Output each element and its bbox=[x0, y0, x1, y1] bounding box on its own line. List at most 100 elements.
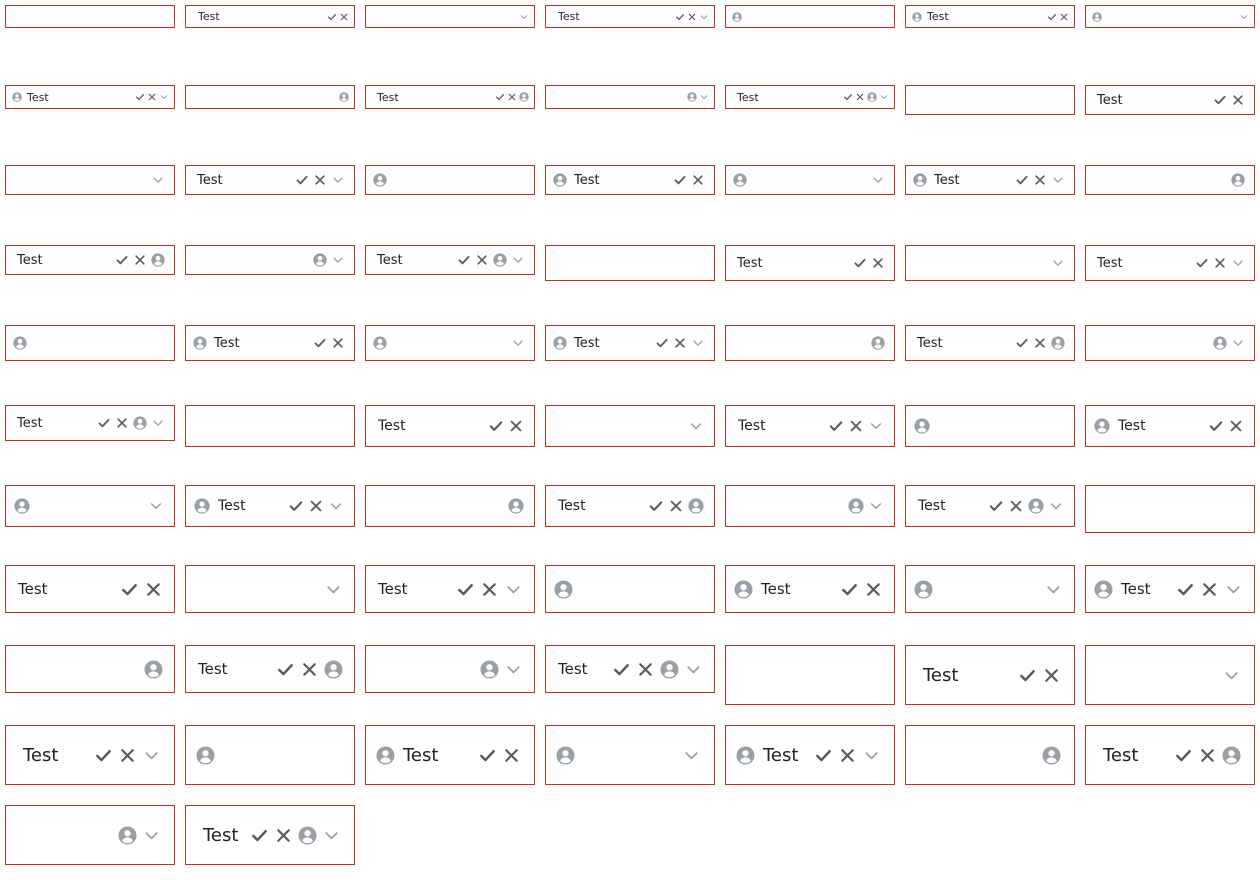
text-field[interactable]: Test bbox=[545, 165, 715, 195]
chevron-down-icon[interactable] bbox=[699, 92, 709, 102]
chevron-down-icon[interactable] bbox=[511, 336, 525, 350]
check-icon[interactable] bbox=[648, 498, 664, 514]
close-icon[interactable] bbox=[507, 92, 517, 102]
text-field[interactable]: Test bbox=[905, 485, 1075, 527]
text-field[interactable]: Test bbox=[5, 725, 175, 785]
text-field[interactable]: Test bbox=[725, 725, 895, 785]
check-icon[interactable] bbox=[853, 256, 867, 270]
text-field[interactable] bbox=[1085, 325, 1255, 361]
check-icon[interactable] bbox=[97, 416, 111, 430]
close-icon[interactable] bbox=[147, 92, 157, 102]
chevron-down-icon[interactable] bbox=[504, 580, 523, 599]
chevron-down-icon[interactable] bbox=[868, 418, 884, 434]
text-field[interactable] bbox=[185, 245, 355, 275]
text-field[interactable] bbox=[1085, 5, 1255, 28]
chevron-down-icon[interactable] bbox=[868, 498, 884, 514]
check-icon[interactable] bbox=[295, 173, 309, 187]
text-field[interactable]: Test bbox=[185, 165, 355, 195]
text-field[interactable] bbox=[905, 85, 1075, 115]
text-field[interactable]: Test bbox=[5, 245, 175, 275]
text-field[interactable]: Test bbox=[185, 805, 355, 865]
close-icon[interactable] bbox=[331, 336, 345, 350]
text-field[interactable]: Test bbox=[185, 485, 355, 527]
chevron-down-icon[interactable] bbox=[151, 416, 165, 430]
text-field[interactable] bbox=[1085, 485, 1255, 533]
text-field[interactable]: Test bbox=[365, 405, 535, 447]
text-field[interactable]: Test bbox=[545, 5, 715, 28]
chevron-down-icon[interactable] bbox=[684, 660, 703, 679]
check-icon[interactable] bbox=[135, 92, 145, 102]
check-icon[interactable] bbox=[1195, 256, 1209, 270]
chevron-down-icon[interactable] bbox=[322, 826, 341, 845]
text-field[interactable]: Test bbox=[365, 565, 535, 613]
chevron-down-icon[interactable] bbox=[519, 12, 529, 22]
chevron-down-icon[interactable] bbox=[699, 12, 709, 22]
close-icon[interactable] bbox=[673, 336, 687, 350]
text-field[interactable] bbox=[905, 565, 1075, 613]
text-field[interactable]: Test bbox=[725, 405, 895, 447]
close-icon[interactable] bbox=[864, 580, 883, 599]
close-icon[interactable] bbox=[502, 746, 521, 765]
chevron-down-icon[interactable] bbox=[688, 418, 704, 434]
close-icon[interactable] bbox=[144, 580, 163, 599]
check-icon[interactable] bbox=[673, 173, 687, 187]
text-field[interactable]: Test bbox=[365, 85, 535, 109]
text-field[interactable] bbox=[905, 245, 1075, 281]
text-field[interactable] bbox=[725, 645, 895, 705]
check-icon[interactable] bbox=[478, 746, 497, 765]
chevron-down-icon[interactable] bbox=[142, 746, 161, 765]
chevron-down-icon[interactable] bbox=[1222, 666, 1241, 685]
chevron-down-icon[interactable] bbox=[324, 580, 343, 599]
text-field[interactable]: Test bbox=[185, 325, 355, 361]
close-icon[interactable] bbox=[636, 660, 655, 679]
text-field[interactable] bbox=[365, 165, 535, 195]
close-icon[interactable] bbox=[1231, 93, 1245, 107]
text-field[interactable]: Test bbox=[1085, 565, 1255, 613]
close-icon[interactable] bbox=[480, 580, 499, 599]
check-icon[interactable] bbox=[456, 580, 475, 599]
text-field[interactable] bbox=[365, 5, 535, 28]
text-field[interactable] bbox=[5, 485, 175, 527]
text-field[interactable] bbox=[1085, 165, 1255, 195]
text-field[interactable] bbox=[5, 5, 175, 28]
text-field[interactable] bbox=[545, 245, 715, 281]
close-icon[interactable] bbox=[133, 253, 147, 267]
text-field[interactable] bbox=[905, 725, 1075, 785]
check-icon[interactable] bbox=[828, 418, 844, 434]
text-field[interactable]: Test bbox=[365, 725, 535, 785]
check-icon[interactable] bbox=[457, 253, 471, 267]
text-field[interactable] bbox=[545, 725, 715, 785]
check-icon[interactable] bbox=[313, 336, 327, 350]
chevron-down-icon[interactable] bbox=[504, 660, 523, 679]
text-field[interactable]: Test bbox=[185, 645, 355, 693]
text-field[interactable] bbox=[905, 405, 1075, 447]
chevron-down-icon[interactable] bbox=[862, 746, 881, 765]
check-icon[interactable] bbox=[1208, 418, 1224, 434]
check-icon[interactable] bbox=[843, 92, 853, 102]
chevron-down-icon[interactable] bbox=[682, 746, 701, 765]
check-icon[interactable] bbox=[988, 498, 1004, 514]
close-icon[interactable] bbox=[1042, 666, 1061, 685]
chevron-down-icon[interactable] bbox=[1231, 256, 1245, 270]
text-field[interactable] bbox=[725, 325, 895, 361]
close-icon[interactable] bbox=[838, 746, 857, 765]
chevron-down-icon[interactable] bbox=[1231, 336, 1245, 350]
chevron-down-icon[interactable] bbox=[1224, 580, 1243, 599]
text-field[interactable]: Test bbox=[5, 405, 175, 441]
text-field[interactable]: Test bbox=[545, 485, 715, 527]
text-field[interactable]: Test bbox=[905, 645, 1075, 705]
close-icon[interactable] bbox=[1200, 580, 1219, 599]
chevron-down-icon[interactable] bbox=[151, 173, 165, 187]
text-field[interactable]: Test bbox=[1085, 245, 1255, 281]
close-icon[interactable] bbox=[668, 498, 684, 514]
text-field[interactable] bbox=[5, 165, 175, 195]
close-icon[interactable] bbox=[691, 173, 705, 187]
chevron-down-icon[interactable] bbox=[331, 173, 345, 187]
chevron-down-icon[interactable] bbox=[511, 253, 525, 267]
check-icon[interactable] bbox=[675, 12, 685, 22]
chevron-down-icon[interactable] bbox=[148, 498, 164, 514]
close-icon[interactable] bbox=[848, 418, 864, 434]
close-icon[interactable] bbox=[300, 660, 319, 679]
chevron-down-icon[interactable] bbox=[1051, 256, 1065, 270]
chevron-down-icon[interactable] bbox=[1044, 580, 1063, 599]
